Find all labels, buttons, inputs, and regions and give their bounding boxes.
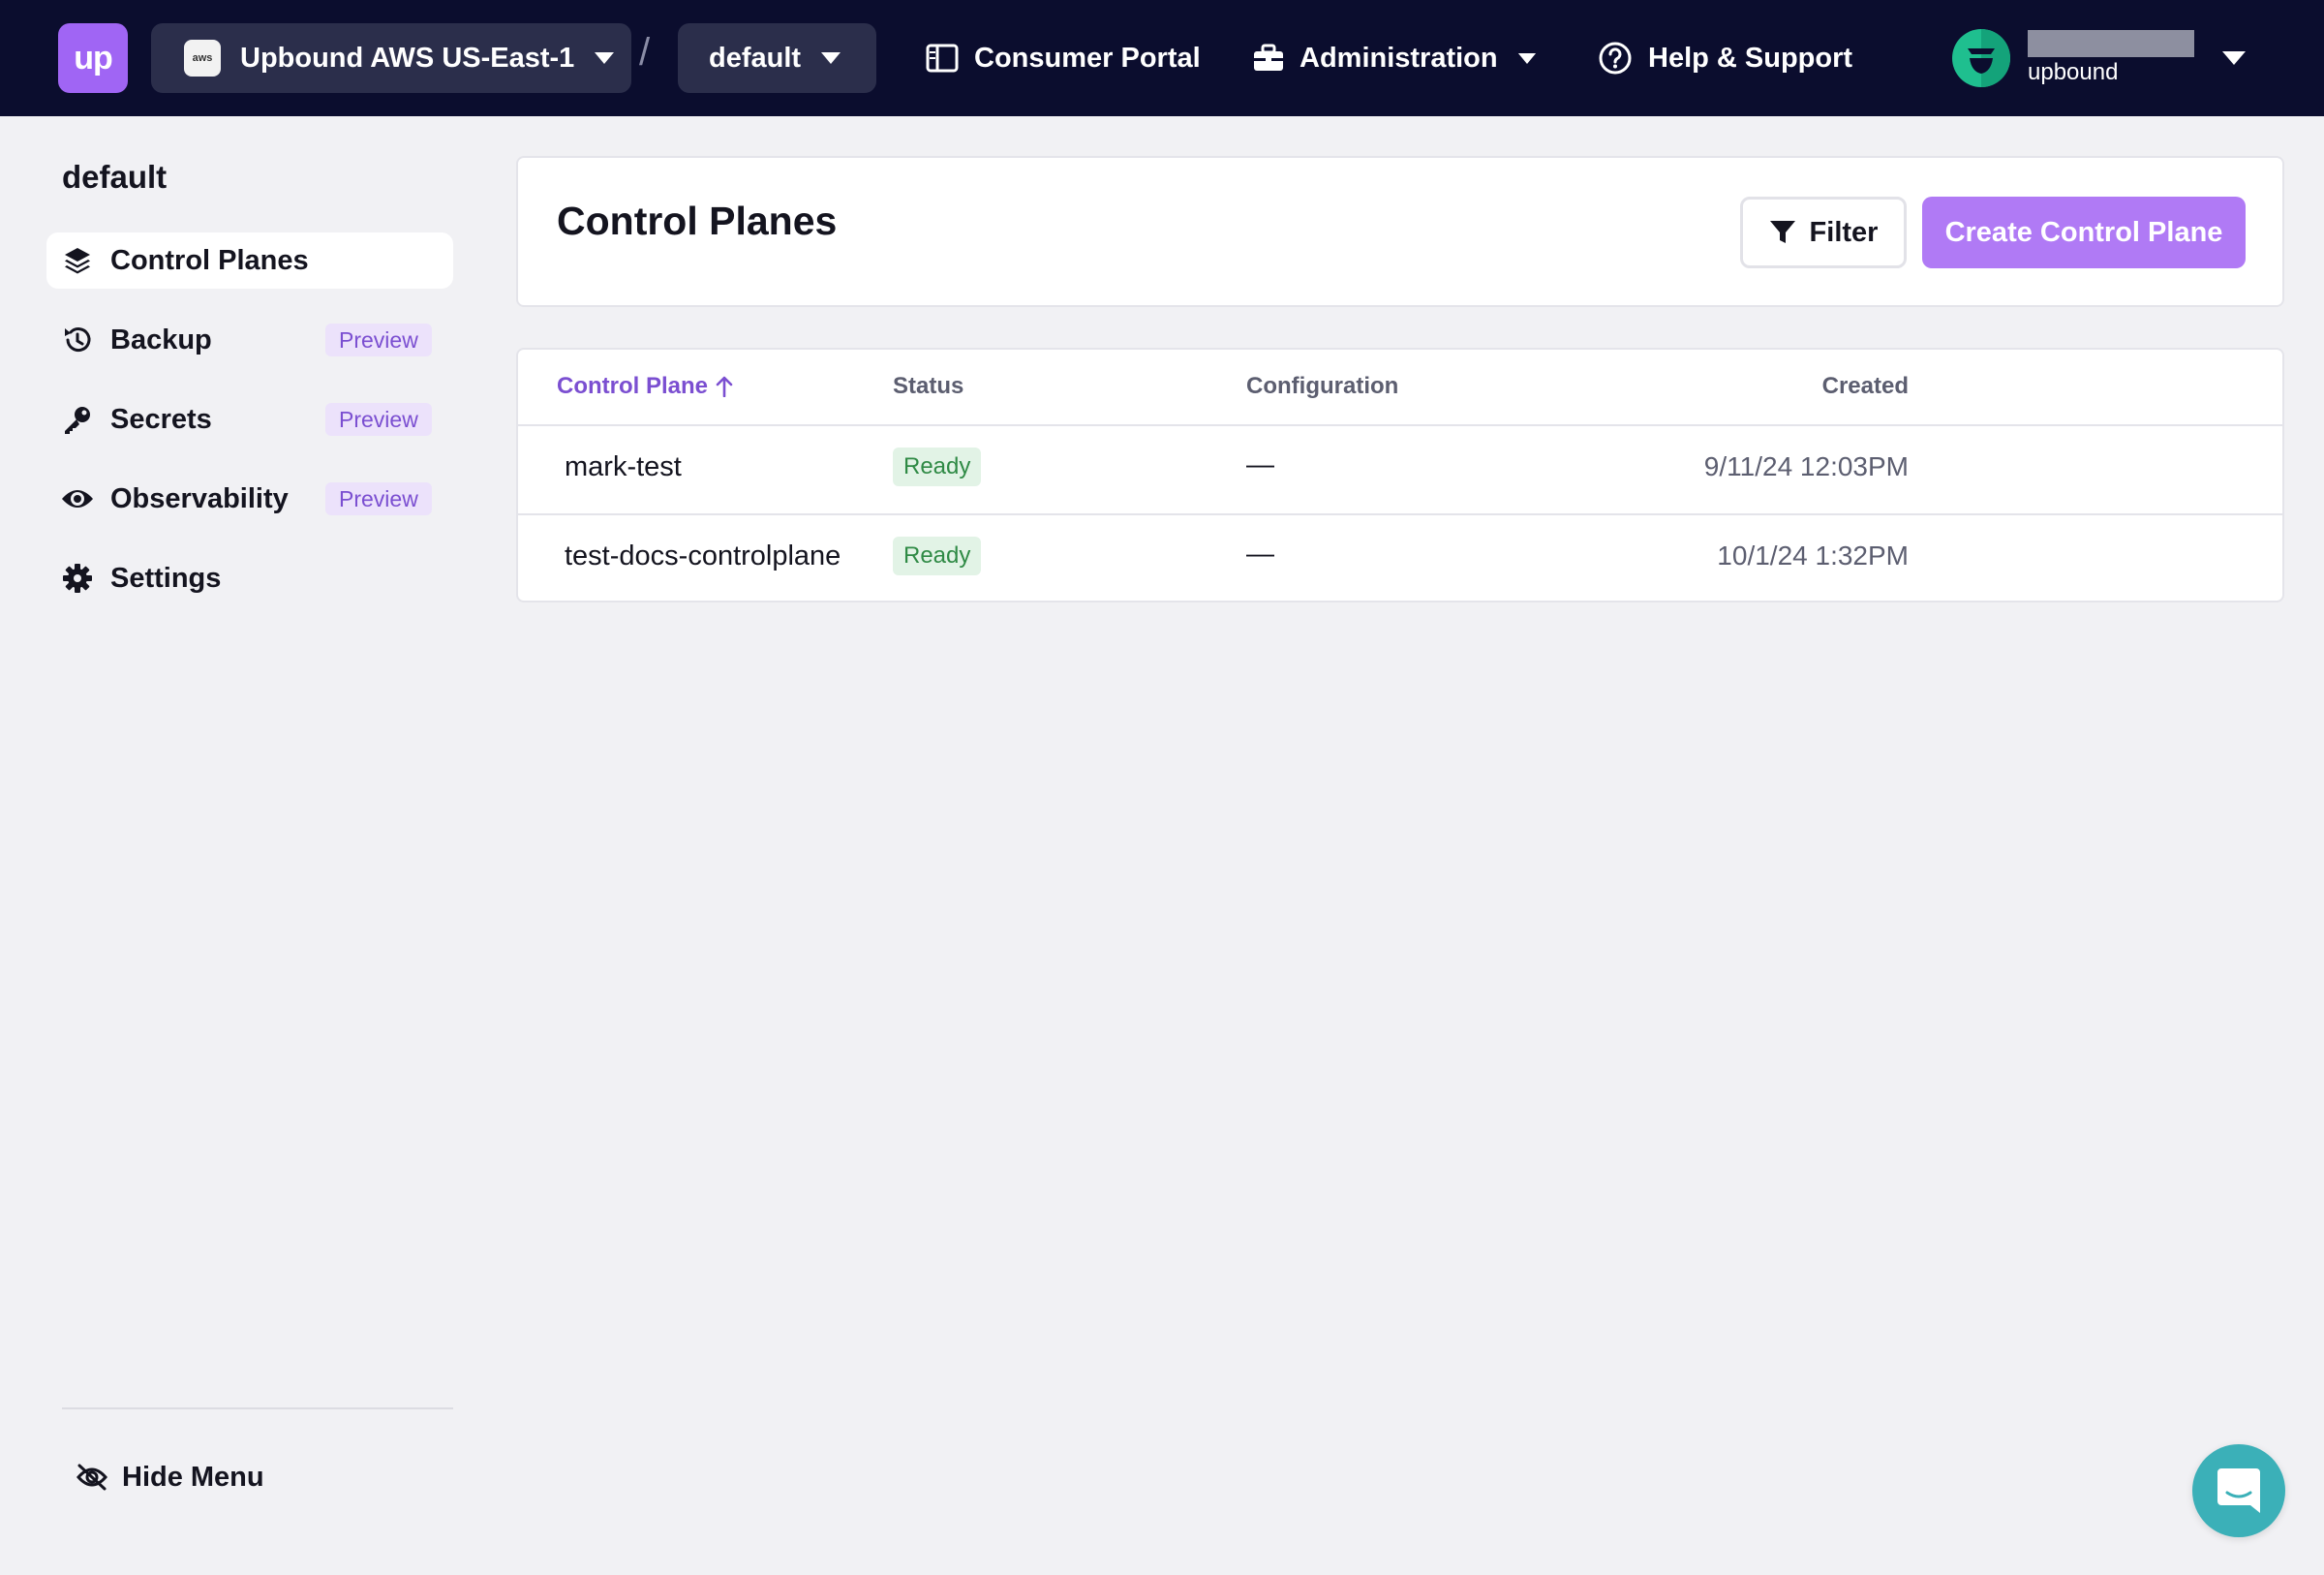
filter-icon <box>1769 221 1795 243</box>
sidebar-item-backup[interactable]: Backup Preview <box>46 312 453 368</box>
chat-icon <box>2217 1468 2260 1513</box>
upbound-logo[interactable]: up <box>58 23 128 93</box>
sidebar-item-secrets[interactable]: Secrets Preview <box>46 391 453 448</box>
filter-button[interactable]: Filter <box>1740 197 1907 268</box>
page-title: Control Planes <box>557 199 838 243</box>
hide-menu-label: Hide Menu <box>122 1461 264 1493</box>
space-selector[interactable]: default <box>678 23 876 93</box>
avatar <box>1952 29 2010 87</box>
briefcase-icon <box>1254 44 1283 71</box>
sidebar-item-control-planes[interactable]: Control Planes <box>46 232 453 289</box>
aws-icon-text: aws <box>192 52 213 64</box>
eye-icon <box>60 486 95 511</box>
column-header-label: Control Plane <box>557 373 709 399</box>
account-selector-label: Upbound AWS US-East-1 <box>240 42 575 74</box>
configuration-value: — <box>1246 449 1274 480</box>
status-badge: Ready <box>893 537 982 575</box>
chevron-down-icon <box>1517 52 1536 64</box>
layers-icon <box>60 246 95 275</box>
space-selector-label: default <box>709 42 802 74</box>
sidebar-item-label: Settings <box>110 562 222 594</box>
created-date: 10/1/24 1:32PM <box>1717 540 1909 571</box>
control-plane-name[interactable]: mark-test <box>565 451 682 483</box>
control-plane-name[interactable]: test-docs-controlplane <box>565 540 841 572</box>
consumer-portal-label: Consumer Portal <box>974 42 1201 74</box>
help-support-label: Help & Support <box>1648 42 1853 74</box>
sidebar-item-settings[interactable]: Settings <box>46 550 453 606</box>
sidebar-item-label: Observability <box>110 482 289 514</box>
preview-badge: Preview <box>325 324 432 356</box>
help-circle-icon <box>1599 42 1632 75</box>
sidebar-item-label: Backup <box>110 324 212 355</box>
sidebar-divider <box>62 1407 453 1409</box>
created-date: 9/11/24 12:03PM <box>1703 451 1909 481</box>
user-name-redacted <box>2028 30 2194 57</box>
aws-icon: aws <box>184 40 221 77</box>
column-header-control-plane[interactable]: Control Plane <box>557 373 733 400</box>
status-badge: Ready <box>893 448 982 486</box>
user-org: upbound <box>2028 59 2119 85</box>
eye-off-icon <box>76 1463 108 1492</box>
sidebar-title: default <box>62 159 168 195</box>
portal-icon <box>926 44 959 73</box>
control-planes-table: Control Plane Status Configuration Creat… <box>516 348 2284 602</box>
chevron-down-icon[interactable] <box>2221 21 2247 95</box>
gear-icon <box>60 564 95 593</box>
consumer-portal-link[interactable]: Consumer Portal <box>926 23 1201 93</box>
chat-launcher-button[interactable] <box>2192 1444 2285 1537</box>
account-selector[interactable]: aws Upbound AWS US-East-1 <box>151 23 631 93</box>
column-header-configuration[interactable]: Configuration <box>1246 373 1398 400</box>
key-icon <box>60 404 95 435</box>
top-navigation-bar: up aws Upbound AWS US-East-1 / default C… <box>0 0 2324 116</box>
user-menu[interactable]: upbound <box>1952 27 2231 89</box>
arrow-up-icon <box>716 376 733 397</box>
create-control-plane-button[interactable]: Create Control Plane <box>1922 197 2246 268</box>
table-row[interactable]: mark-test Ready — 9/11/24 12:03PM <box>518 424 2282 513</box>
preview-badge: Preview <box>325 403 432 436</box>
chevron-down-icon <box>595 52 615 64</box>
sidebar-item-label: Secrets <box>110 403 212 435</box>
administration-menu[interactable]: Administration <box>1253 23 1537 93</box>
history-icon <box>60 324 95 355</box>
chevron-down-icon <box>821 52 841 64</box>
sidebar-item-observability[interactable]: Observability Preview <box>46 471 453 527</box>
help-support-link[interactable]: Help & Support <box>1598 23 1852 93</box>
create-control-plane-label: Create Control Plane <box>1944 216 2223 248</box>
administration-label: Administration <box>1300 42 1498 74</box>
avatar-icon <box>1968 29 2010 87</box>
column-header-created[interactable]: Created <box>1822 373 1909 400</box>
configuration-value: — <box>1246 539 1274 570</box>
sidebar-item-label: Control Planes <box>110 244 309 276</box>
breadcrumb-separator: / <box>639 31 651 74</box>
page-header-card: Control Planes Filter Create Control Pla… <box>516 156 2284 307</box>
filter-button-label: Filter <box>1809 216 1879 248</box>
column-header-status[interactable]: Status <box>893 373 963 400</box>
table-row[interactable]: test-docs-controlplane Ready — 10/1/24 1… <box>518 513 2282 602</box>
hide-menu-button[interactable]: Hide Menu <box>76 1453 264 1501</box>
preview-badge: Preview <box>325 482 432 515</box>
